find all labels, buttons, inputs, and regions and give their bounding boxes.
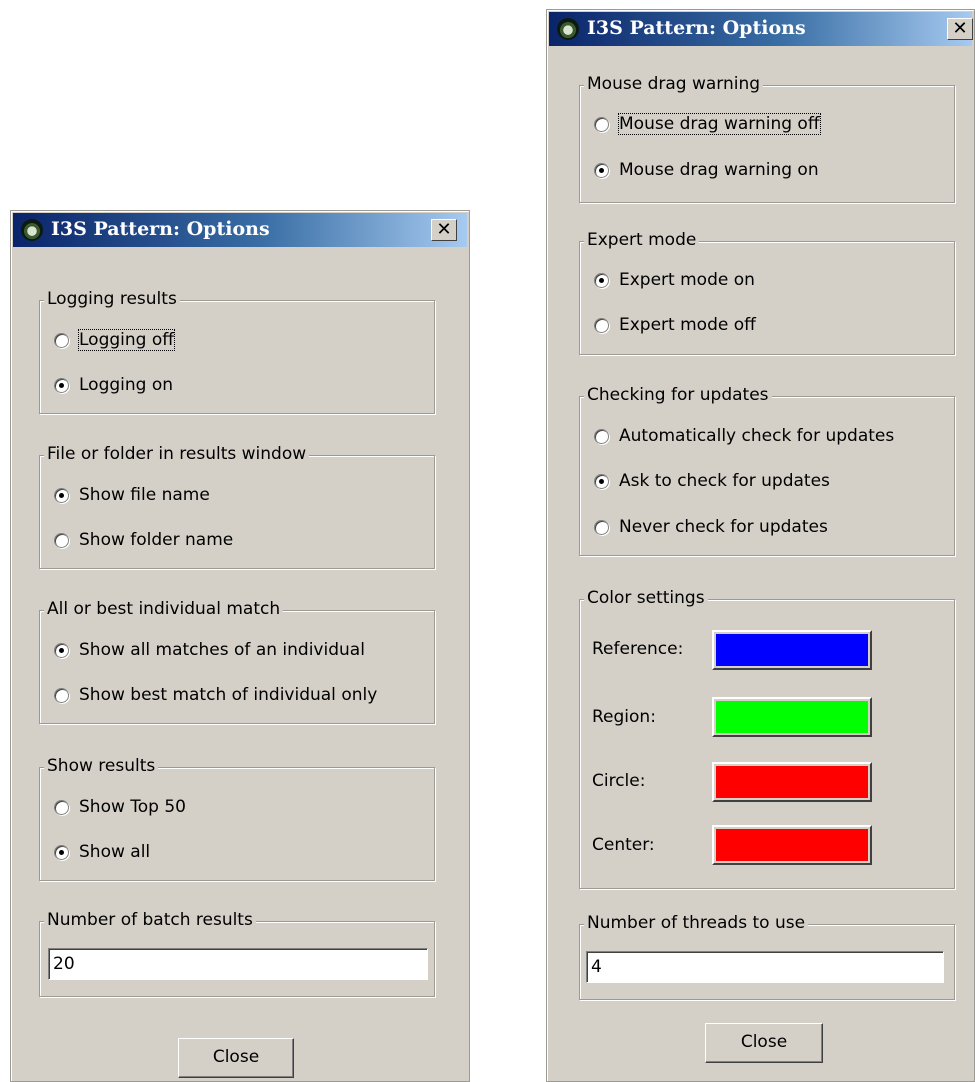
radio-expert-mode-on[interactable]: Expert mode on [594, 268, 755, 292]
app-icon [557, 18, 579, 40]
batch-results-group: Number of batch results 20 [39, 909, 435, 997]
radio-label: Show best match of individual only [79, 685, 378, 705]
circle-color-button[interactable] [712, 762, 872, 802]
reference-color-fill [716, 634, 868, 666]
color-settings-group: Color settings Reference: Region: Circle… [579, 587, 955, 889]
radio-button-icon [54, 687, 69, 703]
radio-label: Mouse drag warning on [619, 160, 819, 180]
radio-label: Automatically check for updates [619, 426, 895, 446]
threads-input[interactable]: 4 [586, 951, 944, 983]
expert-mode-group: Expert mode Expert mode on Expert mode o… [579, 229, 955, 355]
region-color-label: Region: [592, 707, 656, 727]
radio-label: Expert mode off [619, 315, 756, 335]
radio-button-icon [594, 272, 609, 288]
radio-label: Logging off [78, 329, 175, 351]
radio-label: Mouse drag warning off [618, 113, 821, 135]
group-title: Expert mode [584, 229, 700, 251]
group-title: Number of batch results [44, 909, 256, 931]
file-folder-group: File or folder in results window Show fi… [39, 443, 435, 569]
title-bar[interactable]: I3S Pattern: Options ✕ [13, 213, 467, 247]
circle-color-label: Circle: [592, 771, 646, 791]
radio-show-folder-name[interactable]: Show folder name [54, 528, 233, 552]
close-window-icon[interactable]: ✕ [431, 219, 457, 241]
options-dialog-left: I3S Pattern: Options ✕ Logging results L… [10, 210, 470, 1082]
close-button[interactable]: Close [178, 1038, 294, 1078]
radio-label: Show folder name [79, 530, 234, 550]
match-group: All or best individual match Show all ma… [39, 598, 435, 724]
threads-group: Number of threads to use 4 [579, 912, 955, 1000]
radio-mouse-drag-on[interactable]: Mouse drag warning on [594, 158, 819, 182]
app-icon [21, 219, 43, 241]
radio-show-best-match[interactable]: Show best match of individual only [54, 683, 377, 707]
radio-button-icon [594, 428, 609, 444]
group-title: Mouse drag warning [584, 73, 764, 95]
radio-label: Show file name [79, 485, 210, 505]
radio-button-icon [594, 473, 609, 489]
radio-show-top-50[interactable]: Show Top 50 [54, 795, 186, 819]
batch-results-input[interactable]: 20 [48, 948, 428, 980]
radio-show-all[interactable]: Show all [54, 840, 150, 864]
radio-show-file-name[interactable]: Show file name [54, 483, 210, 507]
radio-button-icon [54, 377, 69, 393]
radio-logging-off[interactable]: Logging off [54, 328, 175, 352]
center-color-label: Center: [592, 835, 655, 855]
close-window-icon[interactable]: ✕ [947, 18, 973, 40]
group-title: All or best individual match [44, 598, 284, 620]
radio-button-icon [594, 162, 609, 178]
radio-button-icon [54, 487, 69, 503]
radio-label: Show all [79, 842, 151, 862]
logging-results-group: Logging results Logging off Logging on [39, 288, 435, 414]
group-title: Number of threads to use [584, 912, 809, 934]
radio-ask-check-updates[interactable]: Ask to check for updates [594, 469, 830, 493]
radio-label: Expert mode on [619, 270, 755, 290]
group-title: Checking for updates [584, 384, 772, 406]
options-dialog-right: I3S Pattern: Options ✕ Mouse drag warnin… [546, 9, 975, 1082]
radio-button-icon [54, 332, 69, 348]
radio-label: Logging on [79, 375, 174, 395]
reference-color-label: Reference: [592, 639, 684, 659]
circle-color-fill [716, 766, 868, 798]
radio-label: Ask to check for updates [619, 471, 830, 491]
center-color-button[interactable] [712, 825, 872, 865]
radio-button-icon [594, 519, 609, 535]
group-title: Color settings [584, 587, 708, 609]
show-results-group: Show results Show Top 50 Show all [39, 755, 435, 881]
radio-button-icon [54, 844, 69, 860]
group-title: Show results [44, 755, 159, 777]
radio-logging-on[interactable]: Logging on [54, 373, 173, 397]
close-button[interactable]: Close [705, 1023, 823, 1063]
region-color-fill [716, 701, 868, 733]
title-bar[interactable]: I3S Pattern: Options ✕ [549, 12, 973, 46]
mouse-drag-warning-group: Mouse drag warning Mouse drag warning of… [579, 73, 955, 203]
radio-label: Show Top 50 [79, 797, 186, 817]
window-title: I3S Pattern: Options [51, 218, 270, 240]
checking-updates-group: Checking for updates Automatically check… [579, 384, 955, 556]
group-title: File or folder in results window [44, 443, 310, 465]
region-color-button[interactable] [712, 697, 872, 737]
radio-never-check-updates[interactable]: Never check for updates [594, 515, 828, 539]
radio-label: Show all matches of an individual [79, 640, 365, 660]
radio-button-icon [54, 532, 69, 548]
center-color-fill [716, 829, 868, 861]
radio-button-icon [54, 642, 69, 658]
radio-expert-mode-off[interactable]: Expert mode off [594, 313, 756, 337]
radio-auto-check-updates[interactable]: Automatically check for updates [594, 424, 894, 448]
radio-button-icon [594, 317, 609, 333]
radio-mouse-drag-off[interactable]: Mouse drag warning off [594, 112, 821, 136]
group-title: Logging results [44, 288, 180, 310]
radio-show-all-matches[interactable]: Show all matches of an individual [54, 638, 365, 662]
radio-label: Never check for updates [619, 517, 828, 537]
reference-color-button[interactable] [712, 630, 872, 670]
radio-button-icon [54, 799, 69, 815]
radio-button-icon [594, 116, 609, 132]
window-title: I3S Pattern: Options [587, 17, 806, 39]
